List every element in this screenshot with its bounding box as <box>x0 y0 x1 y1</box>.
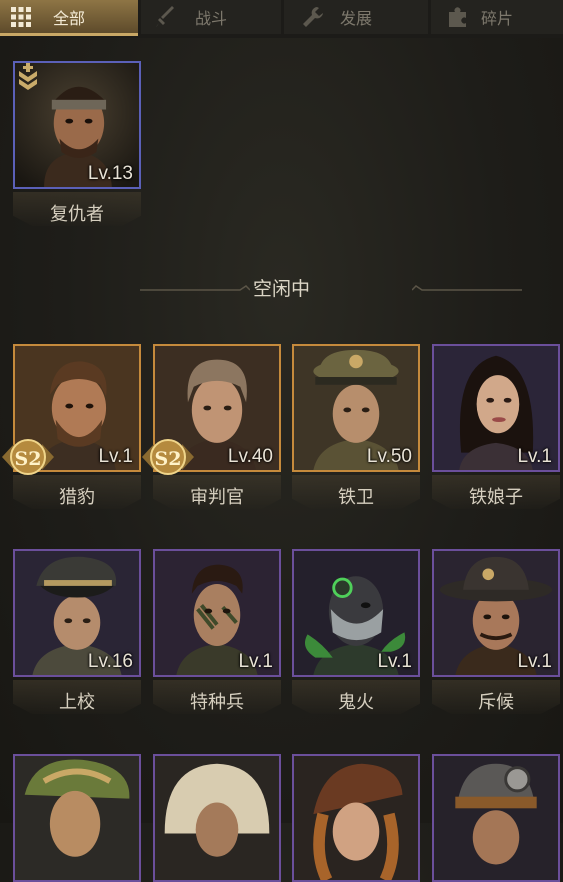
hero-name: 上校 <box>59 692 95 713</box>
hero-portrait <box>15 756 139 880</box>
tab-development-label: 发展 <box>339 9 372 28</box>
hero-name: 审判官 <box>190 487 244 508</box>
tab-all[interactable]: 全部 <box>0 0 138 36</box>
hero-name: 铁卫 <box>338 487 374 508</box>
hero-level: Lv.50 <box>366 446 412 467</box>
tab-development[interactable]: 发展 <box>284 0 428 34</box>
hero-name: 复仇者 <box>50 204 104 225</box>
hero-level: Lv.1 <box>517 446 552 467</box>
hero-name: 特种兵 <box>190 692 244 713</box>
s2-season-badge: S2 <box>2 439 54 475</box>
hero-card-colonel[interactable]: Lv.16 <box>13 549 141 677</box>
tab-all-label: 全部 <box>52 8 85 28</box>
chevron-up-icon <box>19 63 37 90</box>
hero-level: Lv.1 <box>238 651 273 672</box>
hero-card[interactable] <box>292 754 420 882</box>
grid-icon <box>11 7 31 27</box>
hero-name: 斥候 <box>478 692 514 713</box>
hero-card-ghost-fire[interactable]: Lv.1 <box>292 549 420 677</box>
hero-card[interactable] <box>153 754 281 882</box>
hero-card-iron-lady[interactable]: Lv.1 <box>432 344 560 472</box>
hero-card[interactable] <box>13 754 141 882</box>
hero-level: Lv.40 <box>227 446 273 467</box>
hero-level: Lv.13 <box>87 163 133 184</box>
hero-card-iron-guard[interactable]: Lv.50 <box>292 344 420 472</box>
hero-card-special-forces[interactable]: Lv.1 <box>153 549 281 677</box>
hero-name: 铁娘子 <box>469 487 523 508</box>
hero-portrait <box>434 756 558 880</box>
s2-season-badge: S2 <box>142 439 194 475</box>
hero-portrait <box>294 756 418 880</box>
hero-level: Lv.1 <box>98 446 133 467</box>
section-divider-right <box>412 285 522 291</box>
hero-card[interactable] <box>432 754 560 882</box>
hero-card-scout[interactable]: Lv.1 <box>432 549 560 677</box>
tab-combat-label: 战斗 <box>194 9 227 28</box>
hero-level: Lv.1 <box>517 651 552 672</box>
hero-card-avenger[interactable]: Lv.13 <box>13 61 141 189</box>
hero-name: 猎豹 <box>59 487 95 508</box>
tab-combat[interactable]: 战斗 <box>141 0 281 34</box>
hero-name: 鬼火 <box>338 692 374 713</box>
sword-icon <box>156 6 174 27</box>
puzzle-icon <box>449 7 466 27</box>
wrench-icon <box>303 7 323 27</box>
svg-text:S2: S2 <box>155 448 182 470</box>
svg-text:S2: S2 <box>15 448 42 470</box>
tab-fragments[interactable]: 碎片 <box>431 0 563 34</box>
category-tab-bar: 全部 战斗 发展 碎片 <box>0 0 563 38</box>
hero-level: Lv.16 <box>87 651 133 672</box>
tab-fragments-label: 碎片 <box>480 9 513 28</box>
hero-portrait <box>155 756 279 880</box>
hero-level: Lv.1 <box>377 651 412 672</box>
